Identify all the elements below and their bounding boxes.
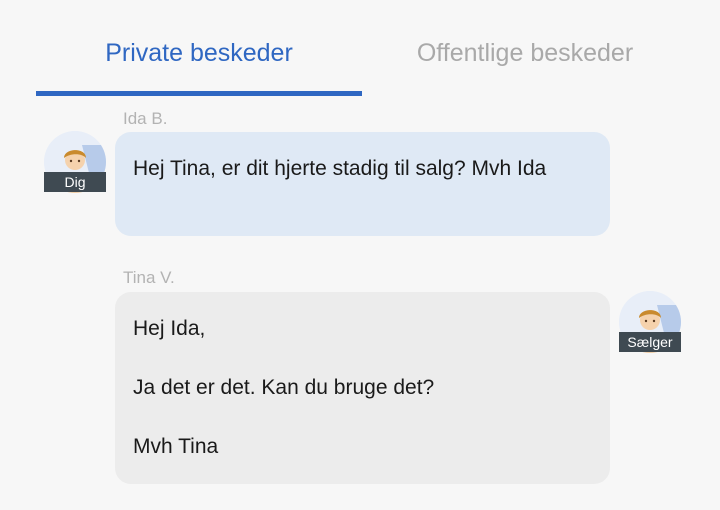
message-sender-name: Tina V. [123, 268, 175, 287]
tab-private-messages[interactable]: Private beskeder [36, 36, 362, 70]
tab-public-messages[interactable]: Offentlige beskeder [362, 36, 688, 70]
active-tab-indicator [36, 91, 362, 96]
message-text: Mvh Tina [133, 435, 219, 458]
message-sender-name: Ida B. [123, 109, 168, 128]
my-avatar[interactable]: Dig [44, 131, 106, 195]
seller-badge: Sælger [619, 332, 681, 352]
message-text: Hej Tina, er dit hjerte stadig til salg?… [133, 157, 547, 180]
message-text: Hej Ida, [133, 317, 206, 340]
message-text: Ja det er det. Kan du bruge det? [133, 376, 435, 399]
message-tabs: Private beskeder Offentlige beskeder [0, 0, 720, 96]
you-badge: Dig [44, 172, 106, 192]
seller-avatar[interactable]: Sælger [619, 291, 681, 355]
message-bubble: Hej Tina, er dit hjerte stadig til salg?… [115, 132, 610, 236]
message-bubble: Hej Ida, Ja det er det. Kan du bruge det… [115, 292, 610, 484]
